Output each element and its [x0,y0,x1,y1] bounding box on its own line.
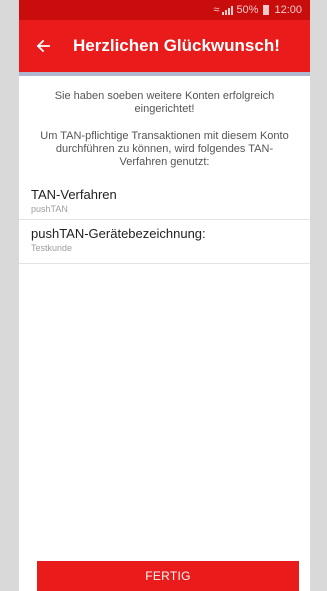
device-name-value: Testkunde [31,243,73,253]
arrow-left-icon [36,39,50,53]
back-button[interactable] [19,20,63,72]
tan-method-label: TAN-Verfahren [31,187,117,202]
status-time: 12:00 [274,4,302,16]
tan-method-row: TAN-Verfahren pushTAN [19,181,310,220]
tan-method-value: pushTAN [31,204,68,214]
wifi-icon: ≈ [213,4,220,16]
battery-icon [263,5,270,15]
tan-info-message: Um TAN-pflichtige Transaktionen mit dies… [40,130,289,168]
app-bar: Herzlichen Glückwunsch! [19,20,310,72]
device-name-row: pushTAN-Gerätebezeichnung: Testkunde [19,220,310,264]
page-title: Herzlichen Glückwunsch! [73,36,280,55]
success-message: Sie haben soeben weitere Konten erfolgre… [54,90,275,115]
device-name-label: pushTAN-Gerätebezeichnung: [31,226,206,241]
status-bar: ≈ 50% 12:00 [19,0,310,20]
battery-percent: 50% [236,4,259,16]
phone-screen: ≈ 50% 12:00 Herzlichen Glückwunsch! Sie … [19,0,310,591]
done-button[interactable]: FERTIG [37,561,299,591]
signal-icon [222,5,234,15]
main-content: Sie haben soeben weitere Konten erfolgre… [19,76,310,264]
